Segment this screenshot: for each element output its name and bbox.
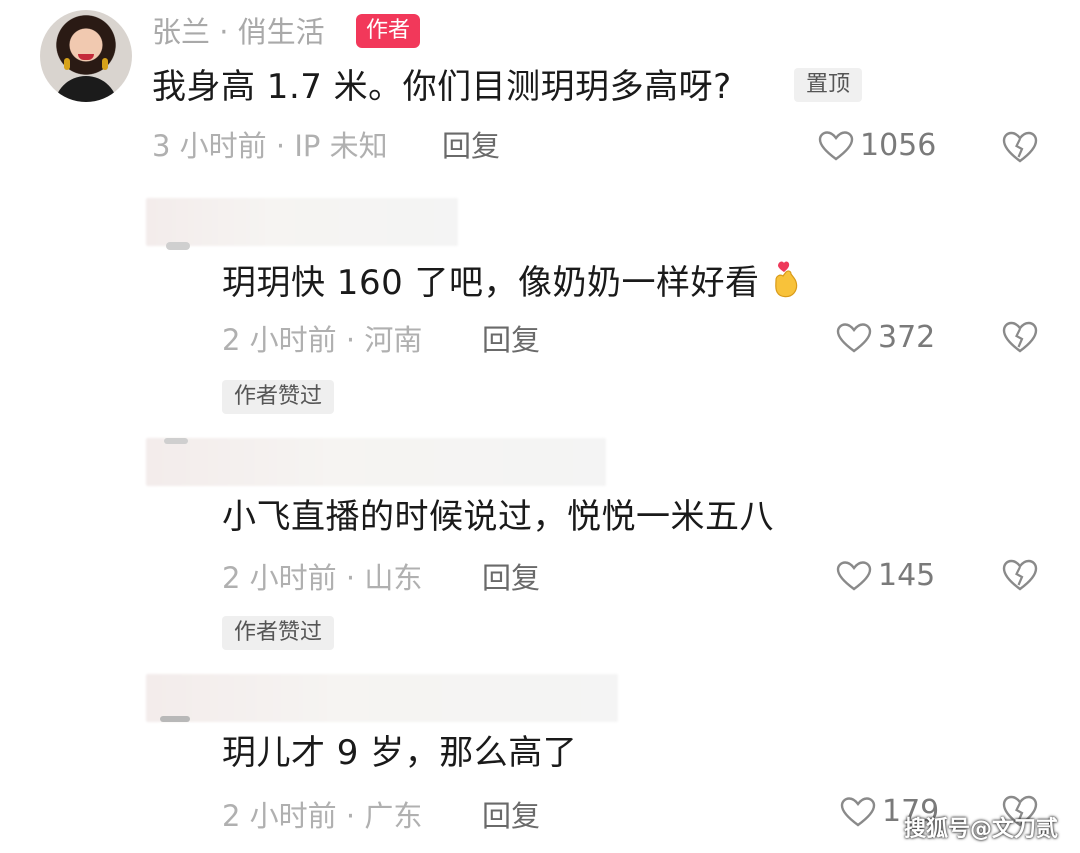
- watermark: 搜狐号@文刀贰: [903, 817, 1058, 842]
- comment-meta: 2 小时前 · 山东: [222, 561, 423, 595]
- comment-text: 玥儿才 9 岁，那么高了: [222, 733, 578, 773]
- blurred-username: [146, 438, 606, 486]
- blurred-avatar: [160, 716, 190, 722]
- heart-outline-icon: [836, 561, 872, 591]
- finger-heart-emoji-icon: [774, 261, 797, 298]
- like-count: 372: [878, 320, 936, 355]
- heart-outline-icon: [836, 323, 872, 353]
- blurred-username: [146, 198, 458, 246]
- comment-meta: 2 小时前 · 河南: [222, 323, 423, 357]
- reply-button[interactable]: 回复: [482, 320, 540, 360]
- reply-button[interactable]: 回复: [442, 126, 500, 166]
- like-button[interactable]: 145: [836, 556, 935, 596]
- author-name[interactable]: 张兰 · 俏生活: [152, 12, 325, 52]
- comment-meta: 3 小时前 · IP 未知: [152, 129, 388, 163]
- heart-outline-icon: [818, 131, 854, 161]
- like-count: 1056: [860, 128, 937, 163]
- reply-button[interactable]: 回复: [482, 558, 540, 598]
- author-comment-text: 我身高 1.7 米。你们目测玥玥多高呀?: [152, 67, 732, 107]
- author-liked-badge: 作者赞过: [222, 380, 335, 414]
- reply-button[interactable]: 回复: [482, 796, 540, 836]
- author-liked-badge: 作者赞过: [222, 616, 335, 650]
- like-button[interactable]: 372: [836, 318, 935, 358]
- blurred-avatar: [164, 438, 188, 444]
- like-count: 145: [878, 558, 936, 593]
- comment-meta: 2 小时前 · 广东: [222, 799, 423, 833]
- like-button[interactable]: 1056: [818, 126, 936, 166]
- comment-text: 小飞直播的时候说过，悦悦一米五八: [222, 497, 774, 537]
- heart-broken-icon[interactable]: [1002, 320, 1038, 354]
- comment-text: 玥玥快 160 了吧，像奶奶一样好看: [222, 258, 802, 306]
- heart-outline-icon: [840, 797, 876, 827]
- author-avatar[interactable]: [40, 10, 132, 102]
- pinned-badge: 置顶: [794, 68, 863, 102]
- heart-broken-icon[interactable]: [1002, 558, 1038, 592]
- author-badge: 作者: [356, 14, 421, 48]
- heart-broken-icon[interactable]: [1002, 130, 1038, 164]
- blurred-username: [146, 674, 618, 722]
- blurred-avatar: [166, 242, 190, 250]
